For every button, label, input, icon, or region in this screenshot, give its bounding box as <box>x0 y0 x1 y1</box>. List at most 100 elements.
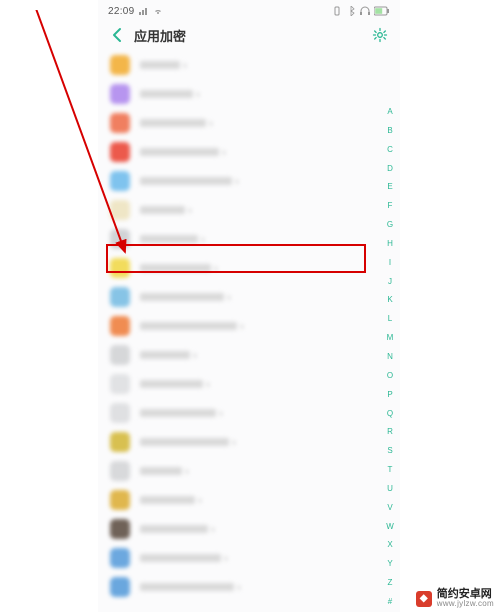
index-letter[interactable]: G <box>387 221 393 229</box>
index-letter[interactable]: P <box>387 391 392 399</box>
chevron-right-icon: › <box>195 493 205 507</box>
app-row[interactable]: › <box>98 282 382 311</box>
app-name-blur <box>140 119 206 127</box>
index-letter[interactable]: L <box>388 315 392 323</box>
back-button[interactable] <box>110 27 126 43</box>
app-icon <box>110 461 130 481</box>
app-name-blur <box>140 264 211 272</box>
app-row[interactable]: › <box>98 50 382 79</box>
app-row[interactable]: › <box>98 108 382 137</box>
index-letter[interactable]: N <box>387 353 393 361</box>
index-letter[interactable]: E <box>387 183 392 191</box>
settings-button[interactable] <box>372 27 388 43</box>
alphabet-index[interactable]: A B C D E F G H I J K L M N O P Q R S T U V W X Y Z # <box>384 108 396 606</box>
index-letter[interactable]: V <box>387 504 392 512</box>
app-icon <box>110 403 130 423</box>
chevron-right-icon: › <box>229 435 239 449</box>
app-icon <box>110 287 130 307</box>
app-list[interactable]: ››››››››››››››››››› <box>98 50 400 612</box>
index-letter[interactable]: A <box>387 108 392 116</box>
app-icon <box>110 490 130 510</box>
app-row[interactable]: › <box>98 572 382 601</box>
index-letter[interactable]: Y <box>387 560 392 568</box>
chevron-right-icon: › <box>182 464 192 478</box>
index-letter[interactable]: S <box>387 447 392 455</box>
index-letter[interactable]: C <box>387 146 393 154</box>
index-letter[interactable]: W <box>386 523 394 531</box>
battery-icon <box>374 6 390 16</box>
app-name-blur <box>140 554 221 562</box>
app-name-blur <box>140 235 198 243</box>
app-name-blur <box>140 351 190 359</box>
index-letter[interactable]: Z <box>388 579 393 587</box>
app-name-blur <box>140 583 234 591</box>
app-row[interactable]: › <box>98 79 382 108</box>
app-name-blur <box>140 293 224 301</box>
index-letter[interactable]: J <box>388 278 392 286</box>
status-right <box>332 6 390 16</box>
nav-bar: 应用加密 <box>98 20 400 50</box>
app-name-blur <box>140 90 193 98</box>
app-row[interactable]: › <box>98 224 382 253</box>
app-row[interactable]: › <box>98 427 382 456</box>
index-letter[interactable]: B <box>387 127 392 135</box>
index-letter[interactable]: Q <box>387 410 393 418</box>
index-letter[interactable]: I <box>389 259 391 267</box>
index-letter[interactable]: M <box>387 334 394 342</box>
index-letter[interactable]: # <box>388 598 392 606</box>
app-row[interactable]: › <box>98 253 382 282</box>
app-row[interactable]: › <box>98 195 382 224</box>
app-row[interactable]: › <box>98 398 382 427</box>
app-icon <box>110 577 130 597</box>
chevron-right-icon: › <box>198 232 208 246</box>
app-icon <box>110 345 130 365</box>
phone-screen: 22:09 应用加密 <box>98 0 400 612</box>
watermark: ◆ 简约安卓网 www.jylzw.com <box>416 589 494 608</box>
app-name-blur <box>140 148 219 156</box>
index-letter[interactable]: T <box>388 466 393 474</box>
chevron-right-icon: › <box>216 406 226 420</box>
index-letter[interactable]: F <box>388 202 393 210</box>
chevron-right-icon: › <box>180 58 190 72</box>
chevron-right-icon: › <box>211 261 221 275</box>
status-left: 22:09 <box>108 6 163 17</box>
chevron-right-icon: › <box>219 145 229 159</box>
signal-icon <box>139 6 149 16</box>
app-icon <box>110 84 130 104</box>
index-letter[interactable]: R <box>387 428 393 436</box>
app-row[interactable]: › <box>98 485 382 514</box>
app-row[interactable]: › <box>98 543 382 572</box>
app-icon <box>110 548 130 568</box>
index-letter[interactable]: U <box>387 485 393 493</box>
app-icon <box>110 171 130 191</box>
headphone-icon <box>360 6 370 16</box>
index-letter[interactable]: H <box>387 240 393 248</box>
app-row[interactable]: › <box>98 166 382 195</box>
watermark-logo: ◆ <box>416 591 432 607</box>
app-name-blur <box>140 496 195 504</box>
app-icon <box>110 519 130 539</box>
app-row[interactable]: › <box>98 369 382 398</box>
app-row[interactable]: › <box>98 311 382 340</box>
app-name-blur <box>140 206 185 214</box>
app-row[interactable]: › <box>98 514 382 543</box>
index-letter[interactable]: K <box>387 296 392 304</box>
app-name-blur <box>140 177 232 185</box>
app-row[interactable]: › <box>98 340 382 369</box>
chevron-right-icon: › <box>203 377 213 391</box>
app-name-blur <box>140 61 180 69</box>
app-icon <box>110 229 130 249</box>
index-letter[interactable]: X <box>387 541 392 549</box>
index-letter[interactable]: O <box>387 372 393 380</box>
app-name-blur <box>140 467 182 475</box>
app-icon <box>110 316 130 336</box>
app-row[interactable]: › <box>98 137 382 166</box>
index-letter[interactable]: D <box>387 165 393 173</box>
app-name-blur <box>140 322 237 330</box>
chevron-right-icon: › <box>234 580 244 594</box>
app-row[interactable]: › <box>98 456 382 485</box>
app-name-blur <box>140 438 229 446</box>
status-time: 22:09 <box>108 6 135 17</box>
app-icon <box>110 55 130 75</box>
chevron-right-icon: › <box>193 87 203 101</box>
